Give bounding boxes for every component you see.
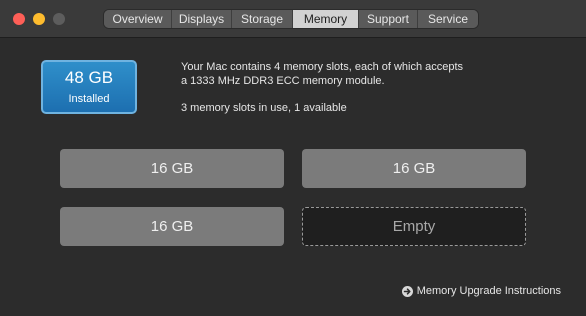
- description-line-2: a 1333 MHz DDR3 ECC memory module.: [181, 75, 385, 87]
- memory-slot-3: 16 GB: [60, 207, 284, 246]
- zoom-window-button[interactable]: [53, 13, 65, 25]
- memory-slot-4: Empty: [302, 207, 526, 246]
- tab-bar: Overview Displays Storage Memory Support…: [104, 10, 478, 28]
- tab-overview[interactable]: Overview: [104, 10, 171, 28]
- tab-service[interactable]: Service: [417, 10, 478, 28]
- tab-memory[interactable]: Memory: [292, 10, 358, 28]
- memory-upgrade-link-label: Memory Upgrade Instructions: [416, 285, 561, 297]
- memory-summary-badge: 48 GB Installed: [41, 60, 137, 114]
- memory-upgrade-instructions-link[interactable]: Memory Upgrade Instructions: [401, 285, 561, 297]
- slots-status-text: 3 memory slots in use, 1 available: [181, 102, 347, 114]
- minimize-window-button[interactable]: [33, 13, 45, 25]
- memory-slot-1: 16 GB: [60, 149, 284, 188]
- close-window-button[interactable]: [13, 13, 25, 25]
- total-memory-value: 48 GB: [64, 68, 114, 87]
- memory-status-label: Installed: [68, 93, 110, 105]
- description-line-1: Your Mac contains 4 memory slots, each o…: [181, 61, 464, 73]
- tab-displays[interactable]: Displays: [171, 10, 231, 28]
- tab-storage[interactable]: Storage: [231, 10, 292, 28]
- memory-slot-2: 16 GB: [302, 149, 526, 188]
- memory-description: Your Mac contains 4 memory slots, each o…: [181, 60, 521, 115]
- title-bar: Overview Displays Storage Memory Support…: [0, 0, 586, 38]
- tab-support[interactable]: Support: [358, 10, 417, 28]
- arrow-circle-right-icon: [401, 285, 413, 297]
- system-information-window: Overview Displays Storage Memory Support…: [0, 0, 586, 316]
